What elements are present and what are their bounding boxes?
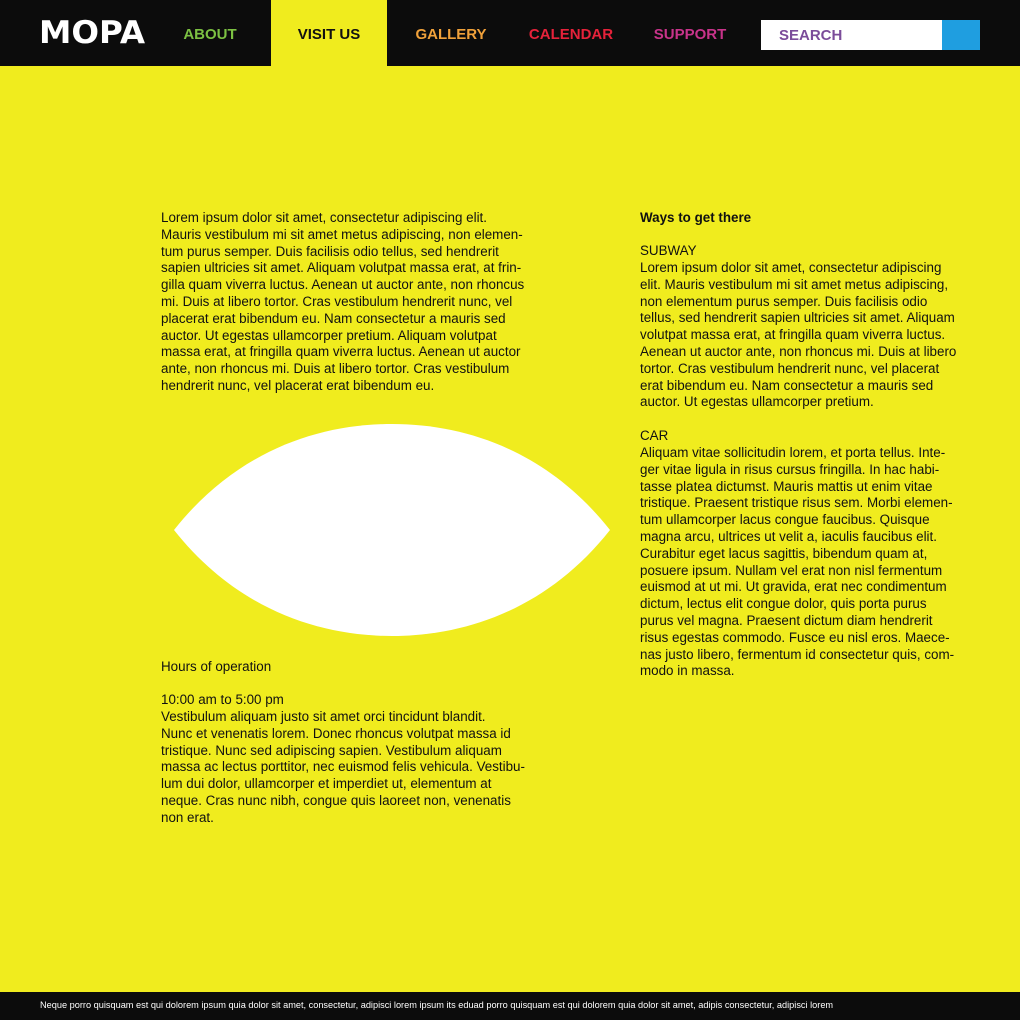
car-description: Aliquam vitae sollicitudin lorem, et por…	[640, 445, 955, 679]
intro-paragraph: Lorem ipsum dolor sit amet, consectetur …	[161, 210, 525, 393]
footer-text: Neque porro quisquam est qui dolorem ips…	[40, 1000, 834, 1010]
ways-heading: Ways to get there	[640, 210, 752, 225]
nav-item-about[interactable]: ABOUT	[150, 0, 270, 66]
hours-time: 10:00 am to 5:00 pm	[161, 692, 284, 707]
footer-bar: Neque porro quisquam est qui dolorem ips…	[0, 992, 1020, 1020]
nav-item-support[interactable]: SUPPORT	[631, 0, 749, 66]
nav-item-visit-us[interactable]: VISIT US	[271, 0, 387, 66]
subway-description: Lorem ipsum dolor sit amet, consectetur …	[640, 260, 957, 410]
hours-heading: Hours of operation	[161, 659, 272, 674]
subway-heading: SUBWAY	[640, 243, 697, 258]
car-heading: CAR	[640, 428, 669, 443]
nav-item-calendar[interactable]: CALENDAR	[512, 0, 630, 66]
search-button[interactable]	[942, 20, 980, 50]
site-logo[interactable]: MOPA	[39, 14, 145, 52]
nav-item-gallery[interactable]: GALLERY	[390, 0, 512, 66]
hours-description: Vestibulum aliquam justo sit amet orci t…	[161, 709, 525, 825]
search-input[interactable]	[761, 20, 942, 50]
eye-illustration	[174, 424, 610, 636]
top-nav-bar: MOPA ABOUT VISIT US GALLERY CALENDAR SUP…	[0, 0, 1020, 66]
